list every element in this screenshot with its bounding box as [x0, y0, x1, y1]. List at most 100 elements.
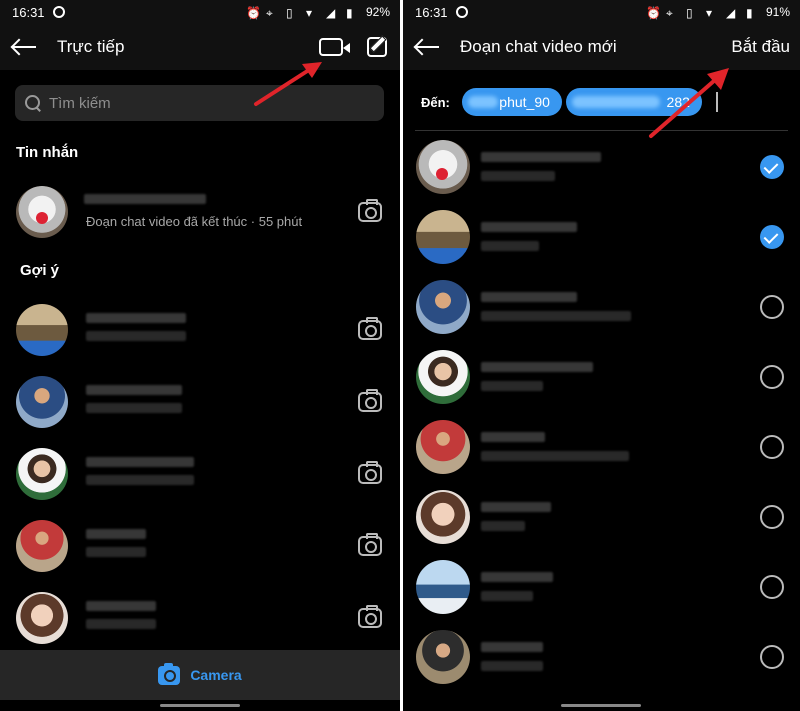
- start-button[interactable]: Bắt đầu: [731, 37, 790, 57]
- text-cursor: [715, 92, 718, 112]
- avatar: [416, 210, 470, 264]
- avatar: [416, 350, 470, 404]
- status-bar: 16:31 ⏰ ⌖ ▯ ▾ ◢ ▮ 91%: [403, 0, 800, 24]
- blurred-username: [481, 292, 577, 302]
- avatar: [416, 280, 470, 334]
- alarm-icon: ⏰: [245, 6, 261, 20]
- avatar: [416, 560, 470, 614]
- blurred-username: [86, 601, 156, 611]
- blurred-subtitle: [481, 381, 543, 391]
- back-arrow-icon[interactable]: [11, 38, 37, 56]
- messenger-icon: [455, 6, 468, 18]
- blurred-username: [86, 457, 194, 467]
- camera-icon[interactable]: [358, 317, 382, 340]
- list-item[interactable]: [0, 372, 400, 432]
- status-time: 16:31: [12, 4, 45, 20]
- avatar: [16, 520, 68, 572]
- status-bar: 16:31 ⏰ ⌖ ▯ ▾ ◢ ▮ 92%: [0, 0, 400, 24]
- camera-icon[interactable]: [358, 605, 382, 628]
- camera-bar[interactable]: Camera: [0, 650, 400, 700]
- list-item[interactable]: [0, 516, 400, 576]
- blurred-subtitle: [86, 475, 194, 485]
- list-item[interactable]: [0, 300, 400, 360]
- avatar: [416, 630, 470, 684]
- camera-icon[interactable]: [358, 389, 382, 412]
- camera-icon[interactable]: [358, 199, 382, 222]
- unselected-circle-icon[interactable]: [760, 295, 784, 319]
- selected-check-icon[interactable]: [760, 155, 784, 179]
- selected-check-icon[interactable]: [760, 225, 784, 249]
- avatar: [16, 448, 68, 500]
- contact-row[interactable]: [403, 348, 800, 408]
- search-input[interactable]: Tìm kiếm: [15, 85, 384, 121]
- edit-icon[interactable]: [367, 37, 387, 57]
- blurred-subtitle: [86, 331, 186, 341]
- suggestions-heading: Gợi ý: [20, 262, 60, 279]
- blurred-username: [481, 432, 545, 442]
- blurred-subtitle: [481, 451, 629, 461]
- signal-icon: ◢: [725, 6, 736, 20]
- wifi-icon: ▾: [705, 6, 712, 20]
- status-time: 16:31: [415, 4, 448, 20]
- contact-row[interactable]: [403, 138, 800, 198]
- unselected-circle-icon[interactable]: [760, 505, 784, 529]
- recipient-chip[interactable]: 282: [565, 88, 702, 116]
- camera-icon: [158, 662, 181, 685]
- blurred-username: [481, 362, 593, 372]
- app-bar: Đoạn chat video mới Bắt đầu: [403, 24, 800, 70]
- video-camera-icon[interactable]: [319, 38, 350, 56]
- unselected-circle-icon[interactable]: [760, 435, 784, 459]
- divider: [415, 130, 788, 131]
- blurred-subtitle: [86, 619, 156, 629]
- back-arrow-icon[interactable]: [414, 38, 440, 56]
- page-title: Đoạn chat video mới: [460, 37, 617, 56]
- list-item[interactable]: [0, 588, 400, 648]
- avatar: [416, 420, 470, 474]
- blurred-username: [481, 502, 551, 512]
- home-indicator: [561, 704, 641, 707]
- signal-icon: ◢: [325, 6, 336, 20]
- location-icon: ⌖: [665, 6, 673, 20]
- direct-screen: 16:31 ⏰ ⌖ ▯ ▾ ◢ ▮ 92% Trực tiếp Tìm kiếm…: [0, 0, 400, 711]
- message-row[interactable]: Đoạn chat video đã kết thúc · 55 phút: [0, 182, 400, 242]
- page-title: Trực tiếp: [57, 37, 125, 56]
- camera-icon[interactable]: [358, 461, 382, 484]
- avatar: [416, 140, 470, 194]
- blurred-username: [86, 529, 146, 539]
- recipient-chip[interactable]: phut_90: [461, 88, 562, 116]
- avatar: [16, 376, 68, 428]
- blurred-subtitle: [481, 241, 539, 251]
- blurred-subtitle: [481, 311, 631, 321]
- blurred-subtitle: [481, 521, 525, 531]
- blurred-subtitle: [481, 591, 533, 601]
- battery-level: 91%: [765, 5, 790, 19]
- unselected-circle-icon[interactable]: [760, 365, 784, 389]
- messenger-icon: [52, 6, 65, 18]
- search-placeholder: Tìm kiếm: [49, 94, 111, 112]
- battery-level: 92%: [365, 5, 390, 19]
- contact-row[interactable]: [403, 418, 800, 478]
- blurred-subtitle: [481, 171, 555, 181]
- battery-icon: ▮: [745, 6, 753, 20]
- home-indicator: [160, 704, 240, 707]
- camera-label: Camera: [190, 667, 242, 683]
- app-bar: Trực tiếp: [0, 24, 400, 70]
- unselected-circle-icon[interactable]: [760, 575, 784, 599]
- avatar: [16, 186, 68, 238]
- contact-row[interactable]: [403, 628, 800, 688]
- recipients-field[interactable]: Đến: phut_90 282: [403, 82, 800, 122]
- vibrate-icon: ▯: [285, 6, 293, 20]
- new-video-chat-screen: 16:31 ⏰ ⌖ ▯ ▾ ◢ ▮ 91% Đoạn chat video mớ…: [403, 0, 800, 711]
- blurred-username: [481, 222, 577, 232]
- contact-row[interactable]: [403, 208, 800, 268]
- blurred-subtitle: [86, 403, 182, 413]
- list-item[interactable]: [0, 444, 400, 504]
- blurred-username: [481, 152, 601, 162]
- contact-row[interactable]: [403, 488, 800, 548]
- contact-row[interactable]: [403, 558, 800, 618]
- blurred-username: [481, 572, 553, 582]
- wifi-icon: ▾: [305, 6, 312, 20]
- camera-icon[interactable]: [358, 533, 382, 556]
- unselected-circle-icon[interactable]: [760, 645, 784, 669]
- contact-row[interactable]: [403, 278, 800, 338]
